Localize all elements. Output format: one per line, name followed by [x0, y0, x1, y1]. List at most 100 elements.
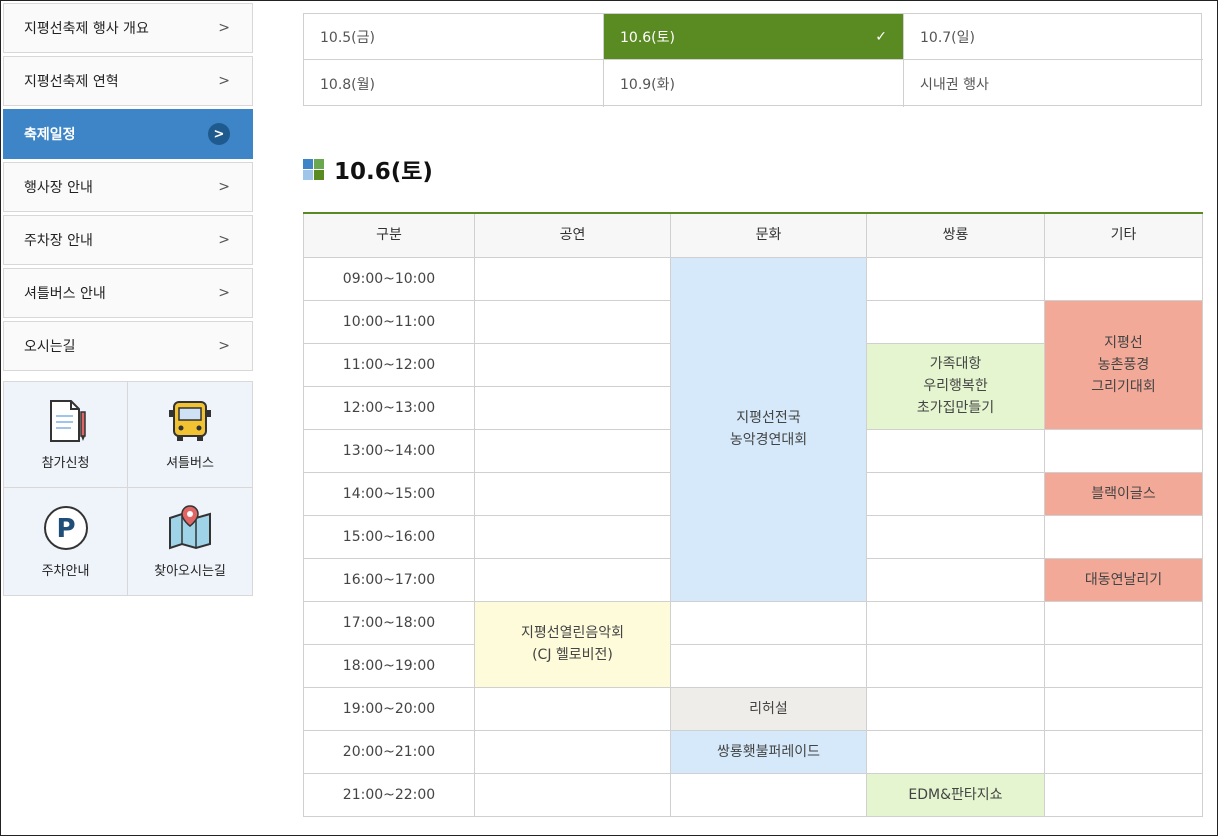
tab-10-8[interactable]: 10.8(월) [304, 60, 604, 107]
empty-cell [866, 299, 1045, 344]
event-line: 지평선 [1104, 334, 1143, 351]
sidebar-item-overview[interactable]: 지평선축제 행사 개요 > [3, 3, 253, 53]
sidebar-item-label: 주차장 안내 [24, 233, 93, 249]
sidebar-item-venue[interactable]: 행사장 안내 > [3, 162, 253, 212]
empty-cell [670, 772, 867, 817]
event-line: 농악경연대회 [729, 432, 808, 448]
bus-icon [169, 401, 211, 441]
time-cell: 20:00~21:00 [303, 729, 475, 774]
empty-cell [866, 557, 1045, 602]
tab-label: 시내권 행사 [920, 76, 989, 93]
empty-cell [866, 256, 1045, 301]
quick-link-parking[interactable]: P 주차안내 [4, 488, 128, 595]
quick-link-label: 주차안내 [41, 564, 90, 579]
sidebar-item-label: 축제일정 [24, 127, 76, 143]
empty-cell [866, 729, 1045, 774]
sidebar-item-shuttle[interactable]: 셔틀버스 안내 > [3, 268, 253, 318]
time-cell: 11:00~12:00 [303, 342, 475, 387]
tab-10-6[interactable]: 10.6(토) ✓ [604, 14, 904, 60]
empty-cell [866, 514, 1045, 559]
tab-label: 10.8(월) [320, 76, 375, 93]
empty-cell [1044, 729, 1203, 774]
time-cell: 19:00~20:00 [303, 686, 475, 731]
header-etc: 기타 [1044, 212, 1203, 258]
empty-cell [1044, 428, 1203, 473]
empty-cell [670, 600, 867, 645]
time-cell: 14:00~15:00 [303, 471, 475, 516]
table-row: 09:00~10:00 지평선전국 농악경연대회 [303, 256, 1203, 602]
event-drawing-contest: 지평선 농촌풍경 그리기대회 [1044, 299, 1203, 430]
empty-cell [474, 299, 671, 344]
date-tabs: 10.5(금) 10.6(토) ✓ 10.7(일) 10.8(월) 10.9(화… [303, 13, 1203, 107]
time-cell: 18:00~19:00 [303, 643, 475, 688]
event-line: 가족대항 [929, 356, 982, 372]
header-category: 구분 [303, 212, 475, 258]
empty-cell [474, 471, 671, 516]
sidebar-item-history[interactable]: 지평선축제 연혁 > [3, 56, 253, 106]
page-title: 10.6(토) [334, 159, 433, 185]
quick-link-directions[interactable]: 찾아오시는길 [128, 488, 252, 595]
event-line: (CJ 헬로비전) [532, 647, 613, 663]
table-row: 18:00~19:00 [303, 643, 1203, 688]
empty-cell [1044, 772, 1203, 817]
event-nongak-contest: 지평선전국 농악경연대회 [670, 256, 867, 602]
tab-10-9[interactable]: 10.9(화) [604, 60, 904, 107]
sidebar-item-label: 지평선축제 행사 개요 [24, 21, 149, 37]
time-cell: 09:00~10:00 [303, 256, 475, 301]
chevron-right-icon: > [218, 179, 230, 195]
header-culture: 문화 [670, 212, 867, 258]
grid-squares-icon [303, 158, 324, 180]
quick-link-application[interactable]: 참가신청 [4, 382, 128, 488]
tab-label: 10.7(일) [920, 29, 975, 46]
event-kite-flying: 대동연날리기 [1044, 557, 1203, 602]
time-cell: 17:00~18:00 [303, 600, 475, 645]
svg-text:P: P [56, 514, 75, 544]
chevron-right-icon: > [218, 73, 230, 89]
sidebar-item-parking[interactable]: 주차장 안내 > [3, 215, 253, 265]
time-cell: 21:00~22:00 [303, 772, 475, 817]
sidebar-item-label: 행사장 안내 [24, 180, 93, 196]
event-torch-parade: 쌍룡횃불퍼레이드 [670, 729, 867, 774]
parking-icon: P [43, 506, 88, 550]
sidebar-item-label: 오시는길 [24, 339, 76, 355]
empty-cell [474, 385, 671, 430]
sidebar-menu: 지평선축제 행사 개요 > 지평선축제 연혁 > 축제일정 > 행사장 안내 >… [3, 3, 253, 374]
quick-link-shuttle[interactable]: 셔틀버스 [128, 382, 252, 488]
table-row: 19:00~20:00 리허설 [303, 686, 1203, 731]
empty-cell [474, 342, 671, 387]
map-pin-icon [169, 505, 211, 550]
tab-label: 10.9(화) [620, 76, 675, 93]
event-line: 그리기대회 [1091, 378, 1156, 395]
quick-link-label: 셔틀버스 [166, 456, 214, 471]
empty-cell [474, 256, 671, 301]
empty-cell [474, 428, 671, 473]
checkmark-icon: ✓ [875, 28, 887, 45]
chevron-right-icon: > [218, 232, 230, 248]
header-ssangryong: 쌍룡 [866, 212, 1045, 258]
empty-cell [1044, 514, 1203, 559]
empty-cell [866, 471, 1045, 516]
empty-cell [1044, 600, 1203, 645]
event-black-eagles: 블랙이글스 [1044, 471, 1203, 516]
table-row: 17:00~18:00 지평선열린음악회 (CJ 헬로비전) [303, 600, 1203, 688]
chevron-right-icon: > [218, 338, 230, 354]
tab-10-7[interactable]: 10.7(일) [904, 14, 1203, 60]
time-cell: 10:00~11:00 [303, 299, 475, 344]
empty-cell [866, 428, 1045, 473]
sidebar-item-schedule[interactable]: 축제일정 > [3, 109, 253, 159]
empty-cell [1044, 643, 1203, 688]
chevron-right-icon: > [218, 20, 230, 36]
tab-city-events[interactable]: 시내권 행사 [904, 60, 1203, 107]
table-row: 21:00~22:00 EDM&판타지쇼 [303, 772, 1203, 817]
empty-cell [670, 643, 867, 688]
sidebar-item-directions[interactable]: 오시는길 > [3, 321, 253, 371]
quick-link-label: 찾아오시는길 [154, 564, 226, 579]
empty-cell [474, 729, 671, 774]
chevron-right-icon: > [218, 285, 230, 301]
event-line: 지평선열린음악회 [520, 625, 625, 641]
chevron-circle-right-icon: > [208, 123, 230, 145]
time-cell: 15:00~16:00 [303, 514, 475, 559]
time-cell: 16:00~17:00 [303, 557, 475, 602]
tab-10-5[interactable]: 10.5(금) [304, 14, 604, 60]
event-family-house-building: 가족대항 우리행복한 초가집만들기 [866, 342, 1045, 430]
